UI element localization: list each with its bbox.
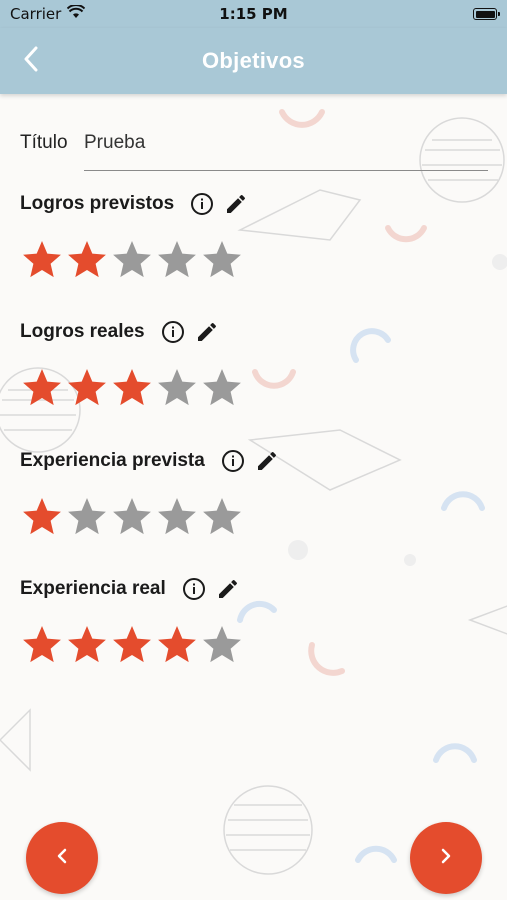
chevron-right-icon: [439, 847, 453, 870]
star-empty-icon[interactable]: [112, 239, 152, 279]
battery-icon: [473, 8, 500, 20]
edit-pencil-icon[interactable]: [253, 447, 281, 475]
info-icon[interactable]: [159, 318, 187, 346]
navigation-bar: Objetivos: [0, 28, 507, 94]
section-label: Experiencia real: [20, 578, 166, 599]
star-empty-icon[interactable]: [202, 239, 242, 279]
star-filled-icon[interactable]: [22, 496, 62, 536]
edit-pencil-icon[interactable]: [222, 190, 250, 218]
star-empty-icon[interactable]: [157, 239, 197, 279]
title-field: Título Prueba: [20, 128, 490, 172]
star-empty-icon[interactable]: [202, 496, 242, 536]
star-empty-icon[interactable]: [157, 496, 197, 536]
chevron-left-icon: [55, 847, 69, 870]
star-rating: [22, 239, 490, 279]
star-filled-icon[interactable]: [67, 239, 107, 279]
section-logros-previstos: Logros previstos: [20, 189, 490, 279]
title-underline: [84, 170, 488, 171]
title-input[interactable]: Prueba: [84, 132, 145, 154]
star-filled-icon[interactable]: [112, 624, 152, 664]
star-filled-icon[interactable]: [67, 367, 107, 407]
info-icon[interactable]: [188, 190, 216, 218]
chevron-left-icon: [22, 46, 40, 77]
status-time: 1:15 PM: [219, 5, 288, 23]
star-filled-icon[interactable]: [22, 624, 62, 664]
star-filled-icon[interactable]: [112, 367, 152, 407]
star-empty-icon[interactable]: [112, 496, 152, 536]
info-icon[interactable]: [180, 575, 208, 603]
star-rating: [22, 367, 490, 407]
next-button[interactable]: [410, 822, 482, 894]
section-logros-reales: Logros reales: [20, 317, 490, 407]
section-experiencia-real: Experiencia real: [20, 574, 490, 664]
section-experiencia-prevista: Experiencia prevista: [20, 446, 490, 536]
star-filled-icon[interactable]: [22, 239, 62, 279]
star-empty-icon[interactable]: [67, 496, 107, 536]
section-label: Logros previstos: [20, 193, 175, 214]
star-empty-icon[interactable]: [157, 367, 197, 407]
star-filled-icon[interactable]: [22, 367, 62, 407]
edit-pencil-icon[interactable]: [214, 575, 242, 603]
page-title: Objetivos: [202, 48, 305, 73]
star-rating: [22, 496, 490, 536]
edit-pencil-icon[interactable]: [193, 318, 221, 346]
star-empty-icon[interactable]: [202, 624, 242, 664]
section-label: Logros reales: [20, 321, 145, 342]
status-bar: Carrier 1:15 PM: [0, 0, 507, 28]
title-label: Título: [20, 132, 68, 153]
star-filled-icon[interactable]: [157, 624, 197, 664]
info-icon[interactable]: [219, 447, 247, 475]
previous-button[interactable]: [26, 822, 98, 894]
star-filled-icon[interactable]: [67, 624, 107, 664]
star-rating: [22, 624, 490, 664]
back-button[interactable]: [14, 44, 48, 78]
section-label: Experiencia prevista: [20, 450, 205, 471]
star-empty-icon[interactable]: [202, 367, 242, 407]
